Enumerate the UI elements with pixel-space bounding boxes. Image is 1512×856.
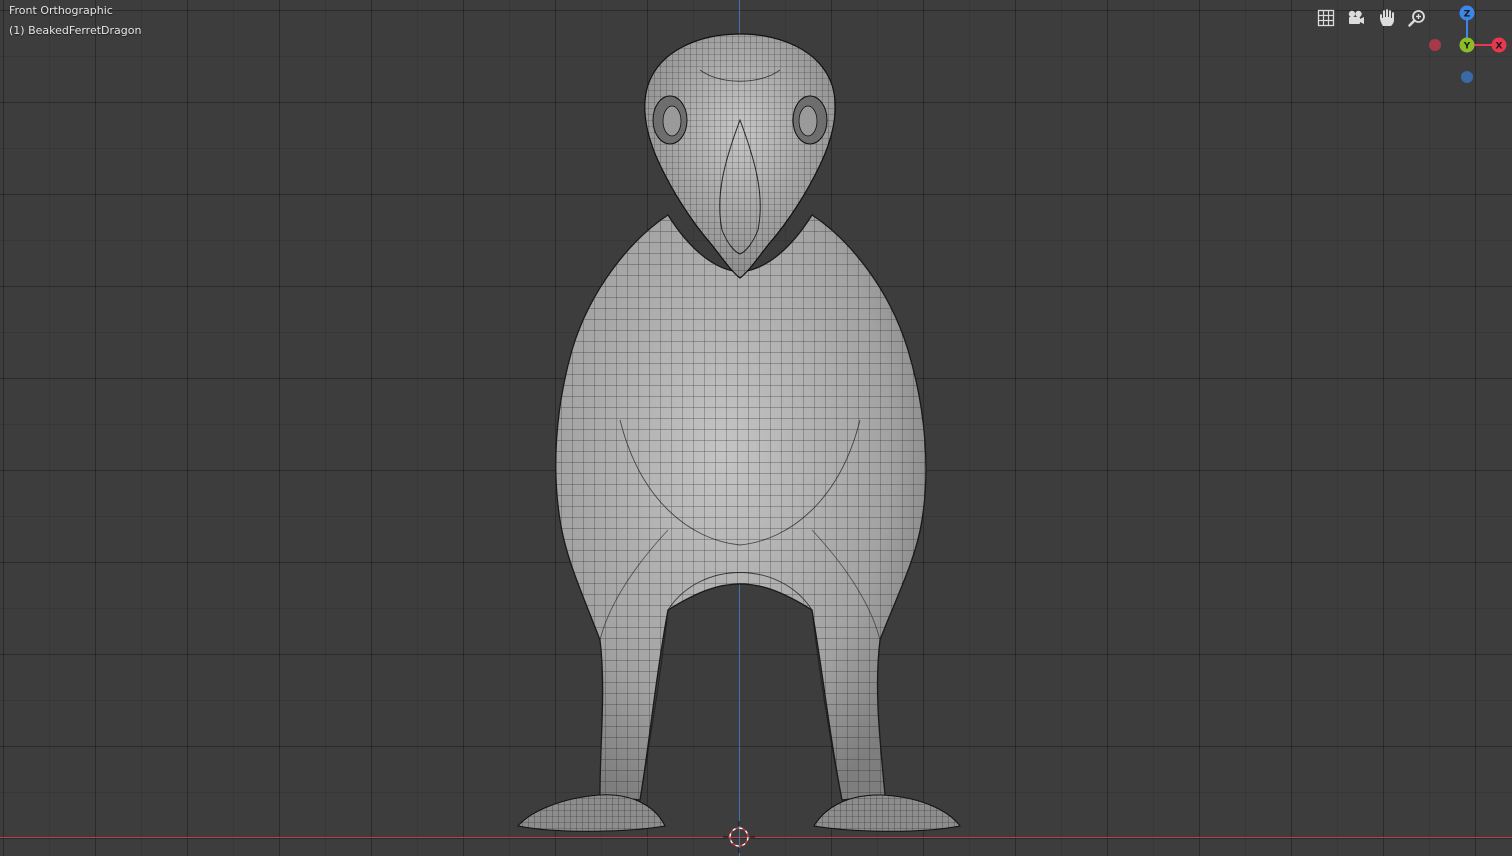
gizmo-y-handle[interactable]: Y bbox=[1459, 37, 1475, 53]
gizmo-z-handle[interactable]: Z bbox=[1459, 5, 1475, 21]
gizmo-x-handle[interactable]: X bbox=[1491, 37, 1507, 53]
3d-viewport[interactable]: Front Orthographic (1) BeakedFerretDrago… bbox=[0, 0, 1512, 856]
view-name-label: Front Orthographic bbox=[9, 4, 113, 17]
active-object-label: (1) BeakedFerretDragon bbox=[9, 24, 142, 37]
gizmo-neg-z-handle[interactable] bbox=[1461, 71, 1473, 83]
mesh-object[interactable] bbox=[0, 0, 1512, 856]
body-mesh bbox=[555, 214, 927, 801]
hand-icon bbox=[1380, 9, 1394, 26]
svg-text:X: X bbox=[1496, 42, 1503, 52]
3d-cursor bbox=[723, 821, 755, 853]
toggle-grid-button[interactable] bbox=[1313, 5, 1339, 31]
grid-icon bbox=[1317, 9, 1335, 27]
navigation-gizmo[interactable]: Z Y X bbox=[1420, 0, 1512, 92]
camera-view-button[interactable] bbox=[1343, 5, 1369, 31]
gizmo-neg-x-handle[interactable] bbox=[1429, 39, 1441, 51]
left-foot-mesh bbox=[517, 794, 666, 832]
svg-text:Y: Y bbox=[1463, 42, 1471, 52]
camera-icon bbox=[1348, 10, 1364, 24]
pan-view-button[interactable] bbox=[1374, 5, 1400, 31]
svg-text:Z: Z bbox=[1464, 10, 1471, 20]
right-foot-mesh bbox=[813, 794, 961, 832]
